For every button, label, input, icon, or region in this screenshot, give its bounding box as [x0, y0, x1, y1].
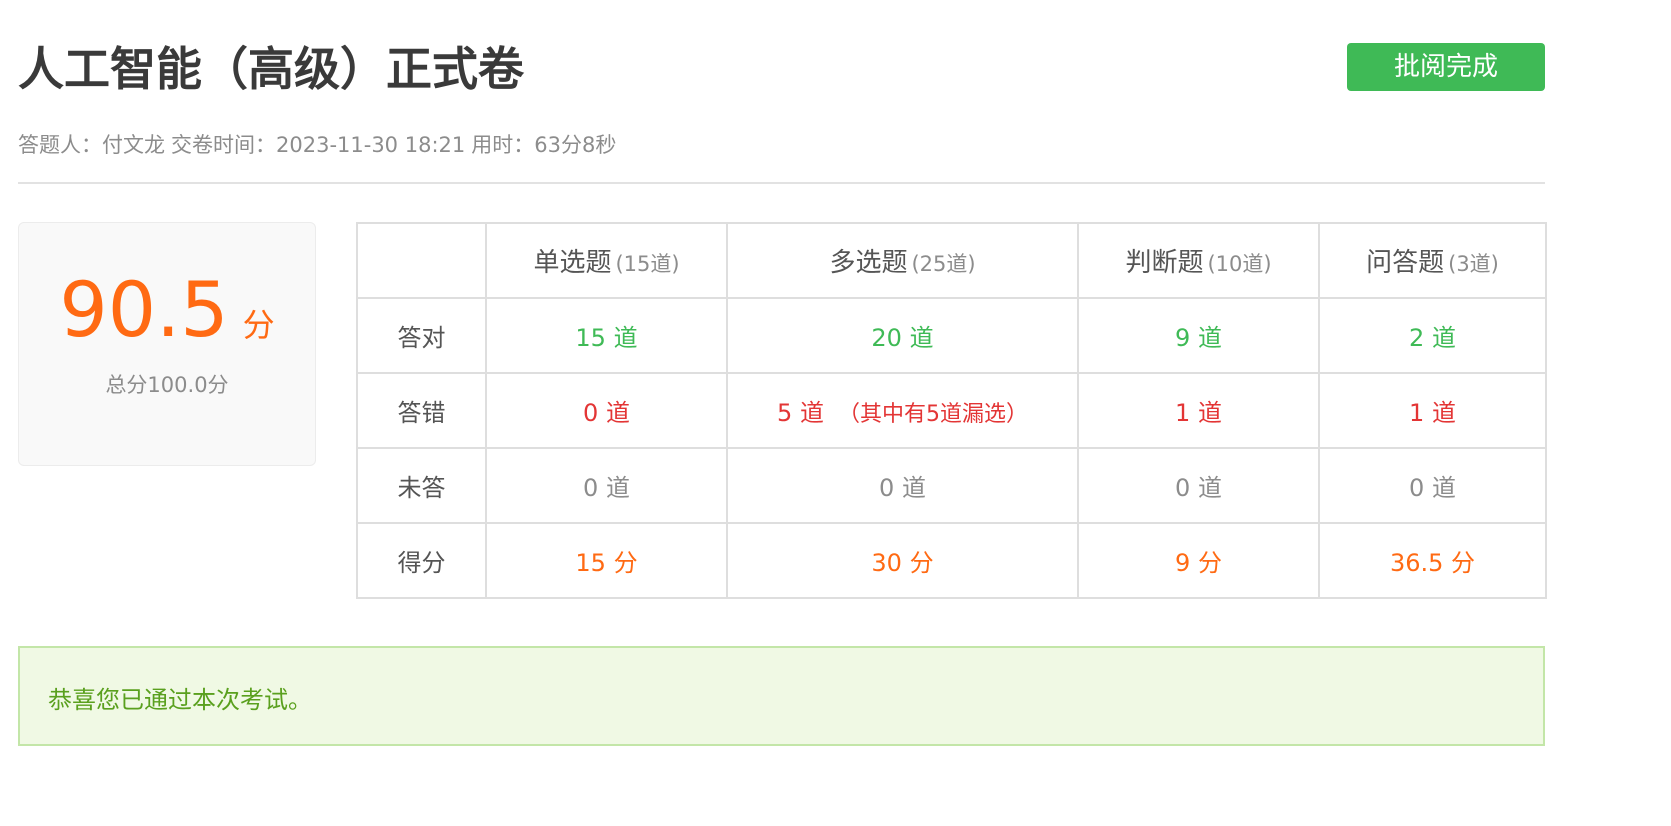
- score-unit: 分: [242, 306, 275, 344]
- table-row-wrong: 答错 0 道 5 道 （其中有5道漏选） 1 道 1 道: [356, 372, 1547, 449]
- table-cell: 15 道: [485, 297, 728, 374]
- score-line: 90.5 分: [19, 265, 315, 355]
- table-cell: 9 分: [1077, 522, 1320, 599]
- page-title: 人工智能（高级）正式卷: [18, 42, 524, 96]
- row-label: 答对: [356, 297, 487, 374]
- duration-text: 用时：63分8秒: [471, 133, 617, 157]
- pass-message-box: 恭喜您已通过本次考试。: [18, 646, 1545, 746]
- row-label: 得分: [356, 522, 487, 599]
- table-row-correct: 答对 15 道 20 道 9 道 2 道: [356, 297, 1547, 374]
- table-cell: 0 道: [1318, 447, 1547, 524]
- missed-selection-note: （其中有5道漏选）: [837, 402, 1028, 427]
- table-cell: 0 道: [485, 447, 728, 524]
- question-count: (25道): [911, 252, 976, 276]
- question-count: (3道): [1448, 252, 1499, 276]
- question-type: 单选题: [533, 248, 612, 278]
- pass-message: 恭喜您已通过本次考试。: [48, 686, 312, 714]
- table-cell: 0 道: [485, 372, 728, 449]
- wrong-count: 5 道: [777, 399, 824, 427]
- row-label: 未答: [356, 447, 487, 524]
- column-header: 判断题 (10道): [1077, 222, 1320, 299]
- column-header: 问答题 (3道): [1318, 222, 1547, 299]
- row-label: 答错: [356, 372, 487, 449]
- table-cell: 2 道: [1318, 297, 1547, 374]
- question-type: 判断题: [1125, 248, 1204, 278]
- divider: [18, 182, 1545, 184]
- examinee-text: 答题人：付文龙: [18, 133, 165, 157]
- question-type: 多选题: [829, 248, 908, 278]
- table-cell: 1 道: [1318, 372, 1547, 449]
- table-row-unanswered: 未答 0 道 0 道 0 道 0 道: [356, 447, 1547, 524]
- table-cell: 9 道: [1077, 297, 1320, 374]
- table-row-points: 得分 15 分 30 分 9 分 36.5 分: [356, 522, 1547, 599]
- score-value: 90.5: [59, 265, 229, 354]
- finish-review-button[interactable]: 批阅完成: [1347, 43, 1545, 91]
- table-cell: 30 分: [726, 522, 1079, 599]
- table-cell: 5 道 （其中有5道漏选）: [726, 372, 1079, 449]
- question-count: (10道): [1207, 252, 1272, 276]
- table-cell: 20 道: [726, 297, 1079, 374]
- column-header: 多选题 (25道): [726, 222, 1079, 299]
- column-header: 单选题 (15道): [485, 222, 728, 299]
- table-cell: 15 分: [485, 522, 728, 599]
- score-card: 90.5 分 总分100.0分: [18, 222, 316, 466]
- stats-table: 单选题 (15道) 多选题 (25道) 判断题 (10道) 问答题 (3道) 答对 15…: [356, 222, 1547, 599]
- total-score: 总分100.0分: [105, 373, 229, 397]
- corner-cell: [356, 222, 487, 299]
- question-type: 问答题: [1366, 248, 1445, 278]
- table-cell: 1 道: [1077, 372, 1320, 449]
- table-cell: 0 道: [726, 447, 1079, 524]
- table-cell: 0 道: [1077, 447, 1320, 524]
- question-count: (15道): [615, 252, 680, 276]
- exam-meta: 答题人：付文龙 交卷时间：2023-11-30 18:21 用时：63分8秒: [18, 128, 622, 162]
- submit-time-text: 交卷时间：2023-11-30 18:21: [171, 133, 466, 157]
- table-header-row: 单选题 (15道) 多选题 (25道) 判断题 (10道) 问答题 (3道): [356, 222, 1547, 299]
- table-cell: 36.5 分: [1318, 522, 1547, 599]
